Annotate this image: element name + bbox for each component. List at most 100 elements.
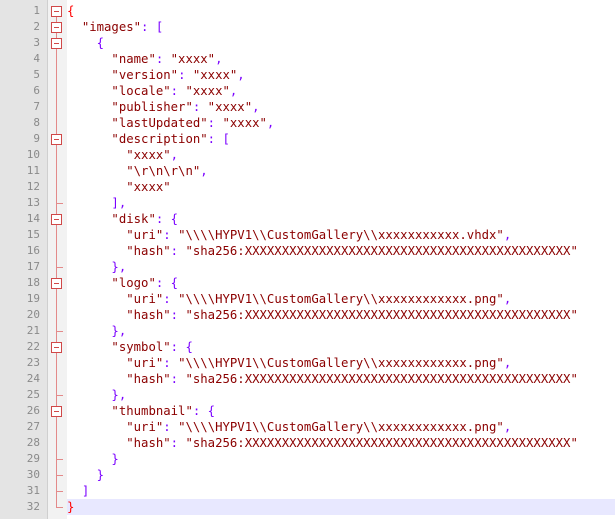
code-text[interactable]: "hash": "sha256:XXXXXXXXXXXXXXXXXXXXXXXX… bbox=[67, 435, 615, 451]
code-text[interactable]: "lastUpdated": "xxxx", bbox=[67, 115, 615, 131]
code-line[interactable]: 28 "hash": "sha256:XXXXXXXXXXXXXXXXXXXXX… bbox=[0, 435, 615, 451]
code-text[interactable]: "thumbnail": { bbox=[67, 403, 615, 419]
code-line[interactable]: 13 ], bbox=[0, 195, 615, 211]
code-line[interactable]: 31 ] bbox=[0, 483, 615, 499]
code-text[interactable]: "description": [ bbox=[67, 131, 615, 147]
line-number: 31 bbox=[26, 484, 40, 497]
fold-guide bbox=[48, 51, 67, 67]
line-number: 18 bbox=[26, 276, 40, 289]
code-line[interactable]: 11 "\r\n\r\n", bbox=[0, 163, 615, 179]
code-line[interactable]: 15 "uri": "\\\\HYPV1\\CustomGallery\\xxx… bbox=[0, 227, 615, 243]
code-text[interactable]: }, bbox=[67, 259, 615, 275]
code-text[interactable]: "symbol": { bbox=[67, 339, 615, 355]
code-line[interactable]: 8 "lastUpdated": "xxxx", bbox=[0, 115, 615, 131]
code-line[interactable]: 18 "logo": { bbox=[0, 275, 615, 291]
code-editor[interactable]: 1{2 "images": [3 {4 "name": "xxxx", 5 "ve… bbox=[0, 0, 615, 519]
code-text[interactable]: "uri": "\\\\HYPV1\\CustomGallery\\xxxxxx… bbox=[67, 291, 615, 307]
code-line[interactable]: 25 }, bbox=[0, 387, 615, 403]
code-text[interactable]: "\r\n\r\n", bbox=[67, 163, 615, 179]
code-token: : { bbox=[155, 276, 179, 290]
code-line[interactable]: 7 "publisher": "xxxx", bbox=[0, 99, 615, 115]
code-line[interactable]: 21 }, bbox=[0, 323, 615, 339]
code-text[interactable]: ] bbox=[67, 483, 615, 499]
code-line[interactable]: 22 "symbol": { bbox=[0, 339, 615, 355]
code-line[interactable]: 32} bbox=[0, 499, 615, 515]
code-text[interactable]: "hash": "sha256:XXXXXXXXXXXXXXXXXXXXXXXX… bbox=[67, 371, 615, 387]
code-text[interactable]: ], bbox=[67, 195, 615, 211]
code-text[interactable]: "hash": "sha256:XXXXXXXXXXXXXXXXXXXXXXXX… bbox=[67, 243, 615, 259]
code-line[interactable]: 19 "uri": "\\\\HYPV1\\CustomGallery\\xxx… bbox=[0, 291, 615, 307]
code-line[interactable]: 5 "version": "xxxx", bbox=[0, 67, 615, 83]
fold-guide bbox=[48, 67, 67, 83]
code-text[interactable]: { bbox=[67, 35, 615, 51]
line-number: 15 bbox=[26, 228, 40, 241]
fold-toggle-icon[interactable] bbox=[48, 403, 67, 419]
code-token: "symbol" bbox=[111, 340, 171, 354]
code-line[interactable]: 9 "description": [ bbox=[0, 131, 615, 147]
code-line[interactable]: 30 } bbox=[0, 467, 615, 483]
fold-toggle-icon[interactable] bbox=[48, 19, 67, 35]
fold-toggle-icon[interactable] bbox=[48, 339, 67, 355]
code-text[interactable]: }, bbox=[67, 323, 615, 339]
code-text[interactable]: "name": "xxxx", bbox=[67, 51, 615, 67]
code-text[interactable]: "version": "xxxx", bbox=[67, 67, 615, 83]
line-number: 7 bbox=[33, 100, 40, 113]
code-line[interactable]: 2 "images": [ bbox=[0, 19, 615, 35]
code-text[interactable]: "locale": "xxxx", bbox=[67, 83, 615, 99]
code-text[interactable]: "publisher": "xxxx", bbox=[67, 99, 615, 115]
code-line[interactable]: 29 } bbox=[0, 451, 615, 467]
code-line[interactable]: 23 "uri": "\\\\HYPV1\\CustomGallery\\xxx… bbox=[0, 355, 615, 371]
code-text[interactable]: { bbox=[67, 3, 615, 19]
code-token: "hash" bbox=[126, 436, 171, 450]
code-line[interactable]: 26 "thumbnail": { bbox=[0, 403, 615, 419]
code-text[interactable]: } bbox=[67, 467, 615, 483]
code-token: "sha256:XXXXXXXXXXXXXXXXXXXXXXXXXXXXXXXX… bbox=[185, 372, 578, 386]
line-number: 24 bbox=[26, 372, 40, 385]
code-token: : bbox=[170, 436, 186, 450]
code-text[interactable]: } bbox=[67, 451, 615, 467]
code-token: "hash" bbox=[126, 244, 171, 258]
fold-toggle-icon[interactable] bbox=[48, 35, 67, 51]
code-line[interactable]: 1{ bbox=[0, 3, 615, 19]
code-line[interactable]: 14 "disk": { bbox=[0, 211, 615, 227]
fold-toggle-icon[interactable] bbox=[48, 131, 67, 147]
code-token: }, bbox=[111, 260, 127, 274]
fold-guide bbox=[48, 243, 67, 259]
code-token: "uri" bbox=[126, 228, 164, 242]
code-text[interactable]: "uri": "\\\\HYPV1\\CustomGallery\\xxxxxx… bbox=[67, 227, 615, 243]
fold-guide bbox=[48, 179, 67, 195]
fold-toggle-icon[interactable] bbox=[48, 211, 67, 227]
line-number: 13 bbox=[26, 196, 40, 209]
code-line[interactable]: 6 "locale": "xxxx", bbox=[0, 83, 615, 99]
fold-guide bbox=[48, 307, 67, 323]
code-line[interactable]: 24 "hash": "sha256:XXXXXXXXXXXXXXXXXXXXX… bbox=[0, 371, 615, 387]
line-number: 27 bbox=[26, 420, 40, 433]
code-line[interactable]: 20 "hash": "sha256:XXXXXXXXXXXXXXXXXXXXX… bbox=[0, 307, 615, 323]
code-text[interactable]: "uri": "\\\\HYPV1\\CustomGallery\\xxxxxx… bbox=[67, 419, 615, 435]
code-line[interactable]: 4 "name": "xxxx", bbox=[0, 51, 615, 67]
code-line[interactable]: 3 { bbox=[0, 35, 615, 51]
code-line[interactable]: 17 }, bbox=[0, 259, 615, 275]
code-text[interactable]: "uri": "\\\\HYPV1\\CustomGallery\\xxxxxx… bbox=[67, 355, 615, 371]
code-token: "sha256:XXXXXXXXXXXXXXXXXXXXXXXXXXXXXXXX… bbox=[185, 308, 578, 322]
code-text[interactable]: }, bbox=[67, 387, 615, 403]
code-text[interactable]: } bbox=[67, 499, 615, 515]
code-line[interactable]: 27 "uri": "\\\\HYPV1\\CustomGallery\\xxx… bbox=[0, 419, 615, 435]
code-text[interactable]: "xxxx" bbox=[67, 179, 615, 195]
code-text[interactable]: "hash": "sha256:XXXXXXXXXXXXXXXXXXXXXXXX… bbox=[67, 307, 615, 323]
code-text[interactable]: "xxxx", bbox=[67, 147, 615, 163]
code-token: : bbox=[155, 52, 171, 66]
code-text[interactable]: "logo": { bbox=[67, 275, 615, 291]
code-line[interactable]: 16 "hash": "sha256:XXXXXXXXXXXXXXXXXXXXX… bbox=[0, 243, 615, 259]
fold-toggle-icon[interactable] bbox=[48, 275, 67, 291]
code-line[interactable]: 12 "xxxx" bbox=[0, 179, 615, 195]
code-line[interactable]: 10 "xxxx", bbox=[0, 147, 615, 163]
fold-toggle-icon[interactable] bbox=[48, 3, 67, 19]
code-text[interactable]: "images": [ bbox=[67, 19, 615, 35]
code-text[interactable]: "disk": { bbox=[67, 211, 615, 227]
